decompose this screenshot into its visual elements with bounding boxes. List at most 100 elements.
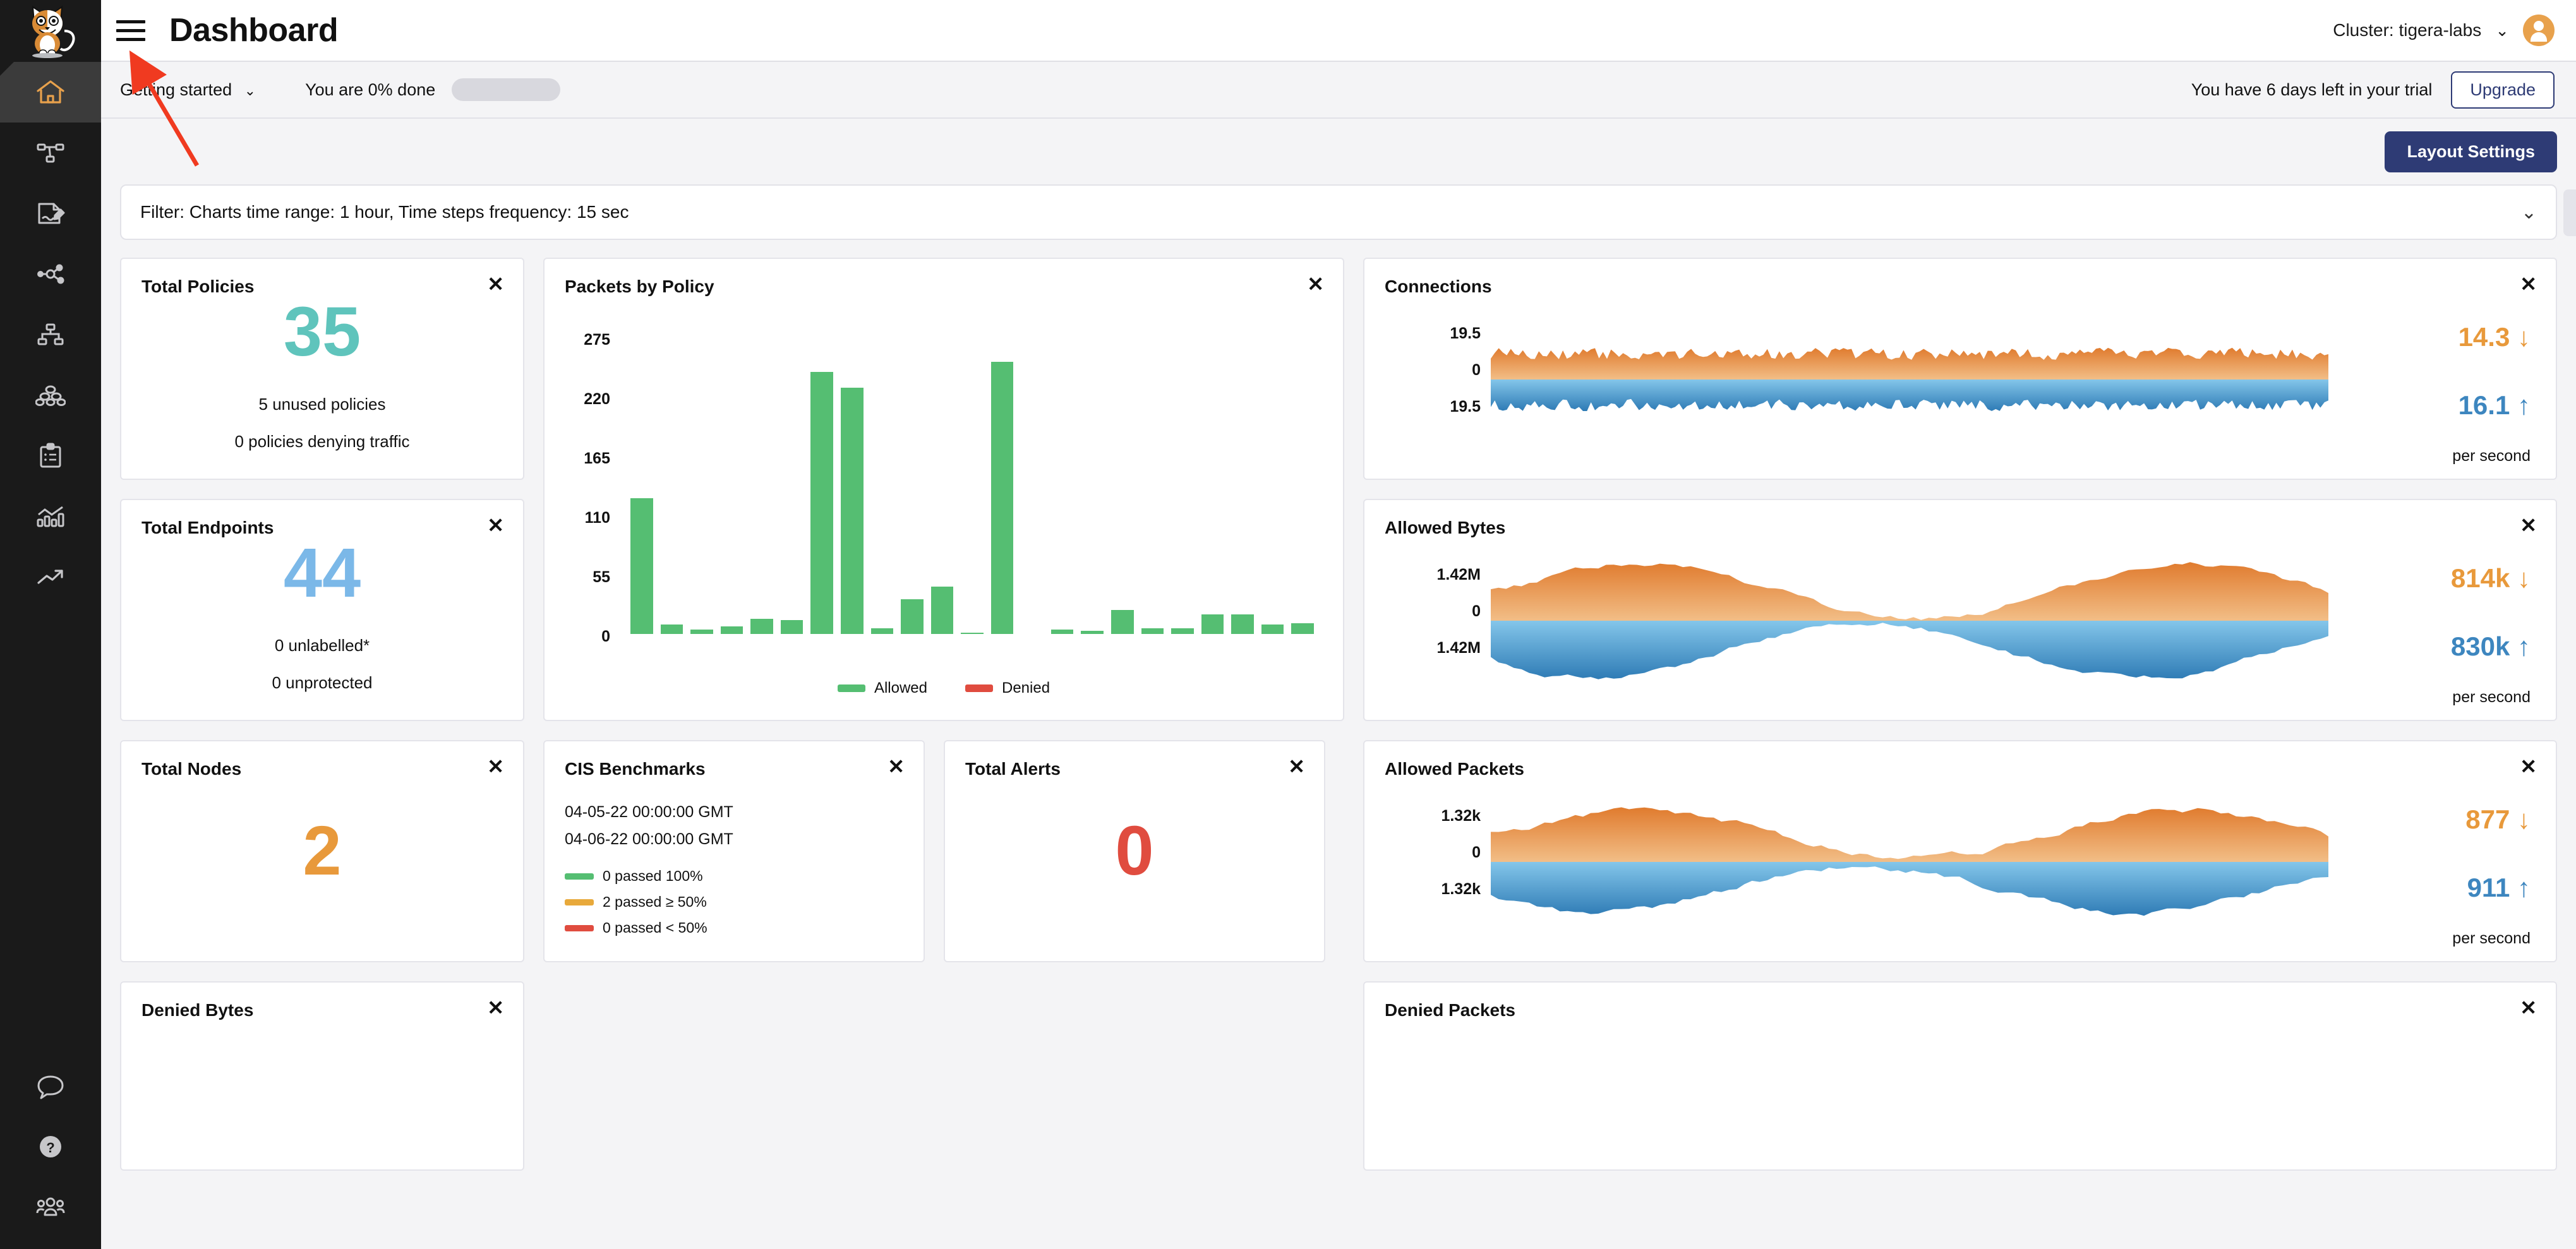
- hamburger-menu-icon[interactable]: [116, 13, 150, 47]
- area-svg: [1491, 562, 2328, 679]
- dashboard-grid: Total Policies ✕ 35 5 unused policies 0 …: [120, 258, 2557, 1171]
- sidebar-item-policy-editor[interactable]: [0, 183, 101, 244]
- app-logo[interactable]: [0, 0, 101, 62]
- cis-legend-label: 0 passed < 50%: [603, 919, 707, 936]
- mid-bottom-row: CIS Benchmarks ✕ 04-05-22 00:00:00 GMT 0…: [543, 740, 1344, 962]
- y-tick-label: 220: [584, 390, 610, 408]
- card-title: Allowed Bytes: [1385, 518, 1506, 537]
- chevron-down-icon[interactable]: ⌄: [2521, 201, 2537, 224]
- bar: [630, 498, 653, 634]
- bar: [1050, 630, 1074, 634]
- close-icon[interactable]: ✕: [888, 756, 905, 777]
- cis-date-to: 04-06-22 00:00:00 GMT: [565, 830, 733, 848]
- progress-text: You are 0% done: [305, 80, 436, 99]
- layout-settings-button[interactable]: Layout Settings: [2385, 131, 2557, 172]
- bar-chart-icon: [35, 503, 66, 530]
- close-icon[interactable]: ✕: [2520, 998, 2537, 1018]
- inbound-value: 877 ↓: [2465, 804, 2531, 834]
- close-icon[interactable]: ✕: [2520, 756, 2537, 777]
- cis-legend: 0 passed 100% 2 passed ≥ 50% 0 passed < 50…: [565, 868, 733, 936]
- clipboard-icon: [35, 442, 66, 470]
- card-title: Total Endpoints: [141, 518, 274, 537]
- area-svg: [1491, 807, 2328, 916]
- total-nodes-value: 2: [303, 812, 342, 890]
- bar: [901, 599, 924, 634]
- bar: [1291, 623, 1314, 634]
- chevron-down-icon[interactable]: ⌄: [2495, 21, 2509, 40]
- total-endpoints-value: 44: [283, 534, 361, 612]
- total-endpoints-sub2: 0 unprotected: [272, 673, 373, 692]
- sidebar-item-timeline[interactable]: [0, 547, 101, 607]
- close-icon[interactable]: ✕: [487, 756, 504, 777]
- area-plot: [1491, 798, 2328, 961]
- bar: [1231, 614, 1254, 634]
- chevron-down-icon: ⌄: [244, 82, 256, 99]
- close-icon[interactable]: ✕: [2520, 515, 2537, 535]
- card-title: CIS Benchmarks: [565, 759, 706, 779]
- close-icon[interactable]: ✕: [1288, 756, 1305, 777]
- bar: [930, 586, 954, 634]
- document-edit-icon: [35, 200, 66, 227]
- close-icon[interactable]: ✕: [2520, 274, 2537, 294]
- bar: [690, 630, 713, 634]
- area-value-summary: 14.3 ↓ 16.1 ↑ per second: [2328, 316, 2556, 479]
- close-icon[interactable]: ✕: [487, 515, 504, 535]
- bar-chart-plot: 0 55 110 165 220 275: [545, 320, 1343, 659]
- sidebar-item-nodes[interactable]: [0, 304, 101, 365]
- card-denied-packets: Denied Packets ✕: [1363, 981, 2557, 1171]
- avatar[interactable]: [2523, 15, 2555, 46]
- y-tick-label: 110: [584, 509, 610, 527]
- card-title: Packets by Policy: [565, 277, 714, 296]
- bar: [990, 362, 1014, 634]
- close-icon[interactable]: ✕: [1307, 274, 1324, 294]
- area-outbound: [1491, 379, 2328, 411]
- legend-item[interactable]: Allowed: [837, 679, 927, 697]
- bar: [870, 628, 894, 634]
- trial-days-text: You have 6 days left in your trial: [2191, 80, 2433, 99]
- sidebar-item-help[interactable]: ?: [0, 1116, 101, 1177]
- legend-label: Denied: [1001, 679, 1050, 696]
- area-plot: [1491, 316, 2328, 479]
- cluster-selector-label[interactable]: Cluster: tigera-labs: [2333, 20, 2481, 40]
- total-alerts-value: 0: [1115, 812, 1154, 890]
- card-total-nodes: Total Nodes ✕ 2: [120, 740, 524, 962]
- page-title: Dashboard: [169, 12, 339, 49]
- upgrade-button[interactable]: Upgrade: [2451, 71, 2555, 109]
- bar: [660, 624, 683, 634]
- sidebar-item-team[interactable]: [0, 1177, 101, 1238]
- grid-column-left: Total Policies ✕ 35 5 unused policies 0 …: [120, 258, 524, 1171]
- area-inbound: [1491, 347, 2328, 379]
- legend-item[interactable]: Denied: [965, 679, 1050, 697]
- card-total-endpoints: Total Endpoints ✕ 44 0 unlabelled* 0 unp…: [120, 499, 524, 721]
- cis-legend-row: 0 passed < 50%: [565, 919, 733, 936]
- card-allowed-bytes: Allowed Bytes ✕ 1.42M 0 1.42M 814k ↓ 830k ↑ p…: [1363, 499, 2557, 721]
- sidebar-item-home[interactable]: [0, 62, 101, 123]
- sidebar-item-service-graph[interactable]: [0, 244, 101, 304]
- outbound-value: 830k ↑: [2450, 631, 2531, 661]
- card-packets-by-policy: Packets by Policy ✕ 0 55 110 165 220 275 Allo…: [543, 258, 1344, 721]
- inbound-value: 14.3 ↓: [2458, 322, 2531, 352]
- inbound-value: 814k ↓: [2450, 563, 2531, 593]
- close-icon[interactable]: ✕: [487, 998, 504, 1018]
- bar: [840, 388, 864, 634]
- cis-swatch: [565, 924, 594, 931]
- filter-clear-button[interactable]: ✕: [2563, 189, 2576, 236]
- sidebar-item-endpoints[interactable]: [0, 365, 101, 426]
- sidebar: ?: [0, 0, 101, 1249]
- sidebar-item-compliance[interactable]: [0, 426, 101, 486]
- y-tick-label: 1.42M: [1436, 566, 1481, 583]
- sidebar-item-policies[interactable]: [0, 123, 101, 183]
- bar: [1141, 628, 1164, 634]
- y-tick-label: 19.5: [1450, 398, 1481, 415]
- getting-started-dropdown[interactable]: Getting started ⌄: [120, 80, 256, 100]
- close-icon[interactable]: ✕: [487, 274, 504, 294]
- y-tick-label: 1.32k: [1441, 880, 1481, 898]
- y-tick-label: 0: [1472, 602, 1481, 620]
- sidebar-item-metrics[interactable]: [0, 486, 101, 547]
- legend-label: Allowed: [874, 679, 927, 696]
- users-group-icon: [35, 1194, 66, 1221]
- sidebar-item-feedback[interactable]: [0, 1056, 101, 1116]
- bar: [961, 633, 984, 634]
- filter-bar[interactable]: Filter: Charts time range: 1 hour, Time …: [120, 184, 2576, 240]
- chart-legend: Allowed Denied: [545, 679, 1343, 697]
